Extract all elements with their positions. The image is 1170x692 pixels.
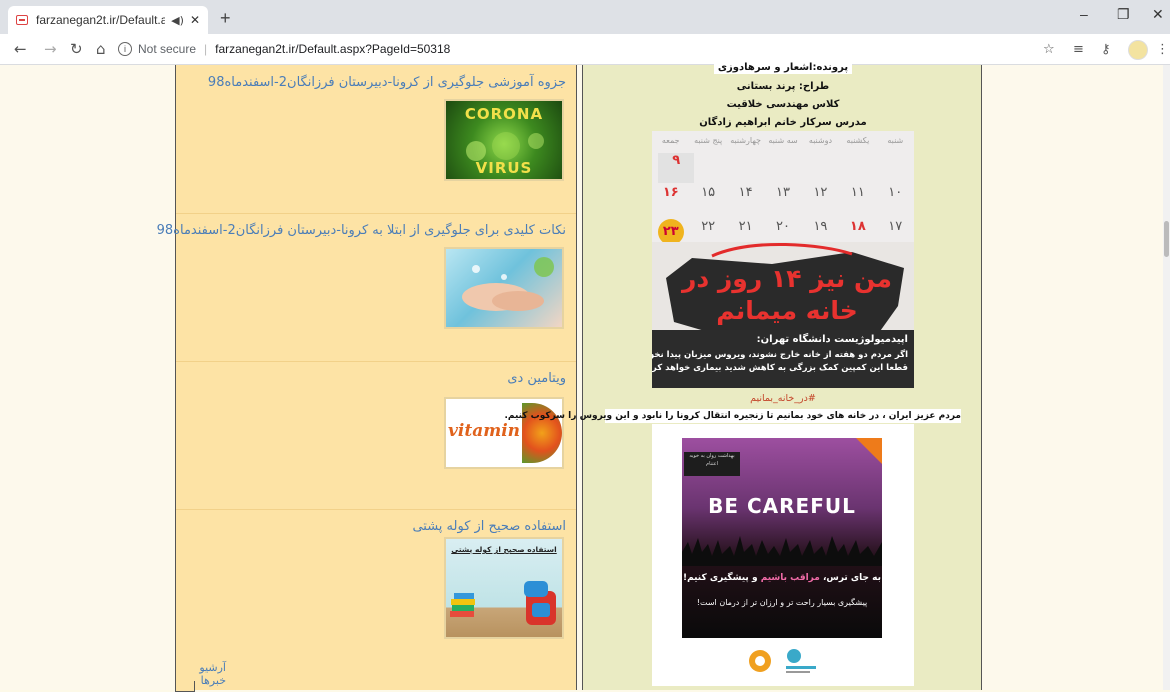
calendar-day <box>841 151 877 185</box>
calendar-day <box>878 151 914 185</box>
browser-toolbar: ← → ↻ ⌂ i Not secure | farzanegan2t.ir/D… <box>0 34 1170 65</box>
poster-line: اگر مردم دو هفته از خانه خارج نشوند، ویر… <box>652 350 908 360</box>
news-title-link[interactable]: استفاده صحیح از کوله پشتی <box>412 519 566 534</box>
sponsor-logos <box>749 649 816 673</box>
poster-headline-1: من نیز ۱۴ روز در <box>681 264 892 293</box>
browser-tab[interactable]: farzanegan2t.ir/Default.aspx ◀) ✕ <box>8 6 208 34</box>
credits-line-partial: پرونده:اشعار و سرهادوزی <box>683 61 883 74</box>
calendar-day: ۱۶ <box>662 185 679 200</box>
corona-word: CORONA <box>464 105 544 123</box>
omnibox-separator: | <box>204 42 208 56</box>
close-tab-icon[interactable]: ✕ <box>190 13 200 27</box>
vitamin-word: vitamin <box>448 421 521 441</box>
poster-logos <box>748 646 818 680</box>
calendar-day: ۱۲ <box>813 185 828 200</box>
tab-title: farzanegan2t.ir/Default.aspx <box>36 13 166 27</box>
news-title-link[interactable]: ویتامین دی <box>507 371 566 386</box>
be-careful-poster: بهداشت روان به خوبه اعتنام BE CAREFUL به… <box>652 424 914 686</box>
calendar-day <box>733 151 769 185</box>
weekday-label: سه شنبه <box>768 136 798 145</box>
web-page: جزوه آموزشی جلوگیری از کرونا-دبیرستان فر… <box>0 61 1170 692</box>
calendar-day: ۱۳ <box>776 185 790 200</box>
poster-badge: بهداشت روان به خوبه اعتنام <box>684 452 740 476</box>
virus-word: VIRUS <box>475 159 533 177</box>
backpack-caption: استفاده صحیح از کوله پشتی <box>451 545 557 554</box>
calendar-weekday-row: شنبه یکشنبه دوشنبه سه شنبه چهارشنبه پنج … <box>652 131 914 151</box>
calendar-week-row: ۱۰ ۱۱ ۱۲ ۱۳ ۱۴ ۱۵ ۱۶ <box>652 185 914 219</box>
poster-line: اپیدمیولوژیست دانشگاه تهران: <box>756 334 908 345</box>
calendar-day <box>696 151 732 185</box>
poster-line: قطعا این کمپین کمک بزرگی به کاهش شدید بی… <box>652 363 908 373</box>
news-item: ویتامین دی vitamin D <box>176 361 576 510</box>
bookmark-star-icon[interactable]: ☆ <box>1043 42 1055 57</box>
column-corner <box>175 681 195 692</box>
menu-dots-icon[interactable]: ⋮ <box>1156 42 1169 57</box>
hashtag-text: #در_خانه_بمانیم <box>750 393 816 404</box>
calendar-day: ۱۵ <box>701 185 716 200</box>
weekday-label: چهارشنبه <box>730 136 761 145</box>
tab-strip: farzanegan2t.ir/Default.aspx ◀) ✕ + – ❐ … <box>0 0 1170 34</box>
backpack-thumbnail[interactable]: استفاده صحیح از کوله پشتی <box>444 537 564 639</box>
minimize-icon[interactable]: – <box>1080 6 1088 22</box>
restore-icon[interactable]: ❐ <box>1117 6 1130 23</box>
url-text[interactable]: farzanegan2t.ir/Default.aspx?PageId=5031… <box>215 42 450 56</box>
news-title-link[interactable]: نکات کلیدی برای جلوگیری از ابتلا به کرون… <box>157 223 566 238</box>
news-item: نکات کلیدی برای جلوگیری از ابتلا به کرون… <box>157 213 576 362</box>
close-window-icon[interactable]: ✕ <box>1152 6 1164 23</box>
page-scrollbar[interactable] <box>1163 65 1170 690</box>
forward-icon[interactable]: → <box>44 40 57 58</box>
news-item: جزوه آموزشی جلوگیری از کرونا-دبیرستان فر… <box>176 65 576 214</box>
mail-favicon-icon <box>16 15 28 25</box>
calendar-day <box>769 151 805 185</box>
password-key-icon[interactable]: ⚷ <box>1101 42 1111 57</box>
calendar-day: ۱۴ <box>738 185 753 200</box>
stay-home-poster: من نیز ۱۴ روز در خانه میمانم اپیدمیولوژی… <box>652 242 914 388</box>
be-careful-card: بهداشت روان به خوبه اعتنام BE CAREFUL به… <box>682 438 882 638</box>
corona-thumbnail[interactable]: CORONA VIRUS <box>444 99 564 181</box>
credits-designer: طراح: پرند بستانی <box>736 81 830 92</box>
back-icon[interactable]: ← <box>14 40 27 58</box>
calendar-week-row: ۹ <box>652 151 914 185</box>
reload-icon[interactable]: ↻ <box>70 40 83 58</box>
grass-silhouette <box>682 536 882 566</box>
hands-graphic <box>462 257 554 311</box>
home-icon[interactable]: ⌂ <box>96 40 106 58</box>
poster-headline-2: خانه میمانم <box>716 296 858 325</box>
address-bar[interactable]: i Not secure | farzanegan2t.ir/Default.a… <box>118 38 1018 60</box>
orange-corner <box>856 438 882 464</box>
be-careful-title: BE CAREFUL <box>708 494 856 518</box>
calendar-day: ۱۰ <box>888 185 903 200</box>
calendar-day: ۱۱ <box>850 185 865 200</box>
weekday-label: یکشنبه <box>846 136 870 145</box>
weekday-label: شنبه <box>887 136 904 145</box>
poster-text-panel: اپیدمیولوژیست دانشگاه تهران: اگر مردم دو… <box>652 330 914 388</box>
news-title-link[interactable]: جزوه آموزشی جلوگیری از کرونا-دبیرستان فر… <box>208 75 566 90</box>
credits-class: کلاس مهندسی خلاقیت <box>726 99 840 110</box>
poster-slogan: به جای ترس، مراقب باشیم و پیشگیری کنیم! <box>682 573 882 583</box>
handwash-thumbnail[interactable] <box>444 247 564 329</box>
media-queue-icon[interactable]: ≡ <box>1073 42 1084 57</box>
stay-home-message: مردم عزیز ایران ، در خانه های خود بمانیم… <box>504 409 961 423</box>
news-item: استفاده صحیح از کوله پشتی استفاده صحیح ا… <box>176 509 576 657</box>
poster-subline: پیشگیری بسیار راحت تر و ارزان تر از درما… <box>696 598 868 607</box>
profile-avatar[interactable] <box>1128 40 1148 60</box>
scrollbar-thumb[interactable] <box>1164 221 1169 257</box>
vitamin-d-thumbnail[interactable]: vitamin D <box>444 397 564 469</box>
news-column: جزوه آموزشی جلوگیری از کرونا-دبیرستان فر… <box>157 65 577 692</box>
weekday-label: دوشنبه <box>808 136 833 145</box>
credits-teacher: مدرس سرکار خانم ابراهیم زادگان <box>699 117 867 128</box>
new-tab-button[interactable]: + <box>220 8 231 29</box>
speaker-icon[interactable]: ◀) <box>171 14 184 27</box>
calendar-day: ۹ <box>658 153 695 183</box>
calendar-day <box>805 151 841 185</box>
info-icon[interactable]: i <box>118 42 132 56</box>
weekday-label: پنج شنبه <box>694 136 723 145</box>
weekday-label: جمعه <box>661 136 680 145</box>
not-secure-label: Not secure <box>138 42 197 56</box>
